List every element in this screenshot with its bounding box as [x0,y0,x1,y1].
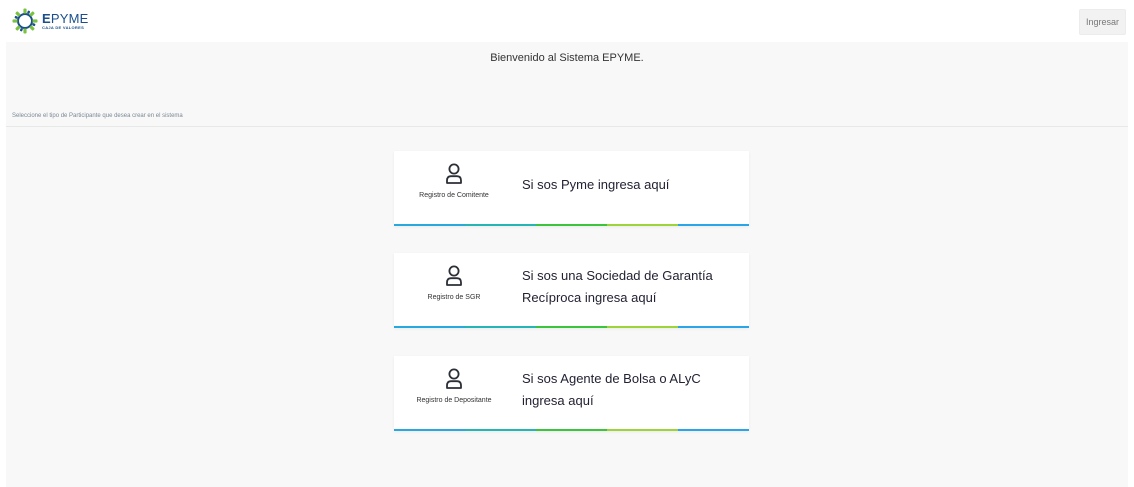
card-color-bar [394,224,749,226]
card-left: Registro de Depositante [394,356,514,426]
epyme-logo[interactable]: EPYME CAJA DE VALORES [12,7,89,35]
logo-subtitle: CAJA DE VALORES [42,25,85,30]
card-left: Registro de Comitente [394,151,514,221]
login-button[interactable]: Ingresar [1078,9,1126,35]
bar-segment [465,224,536,226]
bar-segment [465,326,536,328]
card-register-comitente[interactable]: Registro de Comitente Si sos Pyme ingres… [394,151,749,226]
card-register-depositante[interactable]: Registro de Depositante Si sos Agente de… [394,356,749,431]
card-title-line: Si sos Agente de Bolsa o ALyC [522,371,701,386]
person-icon [446,368,462,389]
card-title: Si sos Pyme ingresa aquí [522,174,742,196]
logo-name-rest: PYME [50,11,89,26]
main-content: Bienvenido al Sistema EPYME. Seleccione … [6,42,1128,487]
top-bar: EPYME CAJA DE VALORES Ingresar [0,0,1134,42]
bar-segment [465,429,536,431]
card-caption: Registro de Depositante [416,397,492,404]
card-title: Si sos Agente de Bolsa o ALyC ingresa aq… [522,368,742,412]
logo-name: EPYME [42,12,89,25]
bar-segment [536,429,607,431]
logo-text: EPYME CAJA DE VALORES [42,12,89,30]
bar-segment [678,224,749,226]
bar-segment [536,326,607,328]
card-caption: Registro de SGR [427,294,481,301]
card-title-line: Recíproca ingresa aquí [522,290,657,305]
logo-name-bold: E [42,11,51,26]
bar-segment [394,326,465,328]
section-divider [6,126,1128,127]
person-icon [446,163,462,184]
bar-segment [394,429,465,431]
bar-segment [394,224,465,226]
welcome-message: Bienvenido al Sistema EPYME. [490,52,644,64]
bar-segment [607,326,678,328]
card-register-sgr[interactable]: Registro de SGR Si sos una Sociedad de G… [394,253,749,328]
card-title: Si sos una Sociedad de Garantía Recíproc… [522,265,742,309]
person-icon [446,265,462,286]
epyme-logo-icon [12,8,38,34]
bar-segment [607,429,678,431]
bar-segment [536,224,607,226]
bar-segment [607,224,678,226]
bar-segment [678,429,749,431]
card-color-bar [394,326,749,328]
card-title-line: Si sos Pyme ingresa aquí [522,177,670,192]
instruction-text: Seleccione el tipo de Participante que d… [12,113,183,119]
card-title-line: ingresa aquí [522,393,594,408]
card-title-line: Si sos una Sociedad de Garantía [522,268,713,283]
card-left: Registro de SGR [394,253,514,323]
bar-segment [678,326,749,328]
card-caption: Registro de Comitente [419,192,489,199]
card-color-bar [394,429,749,431]
